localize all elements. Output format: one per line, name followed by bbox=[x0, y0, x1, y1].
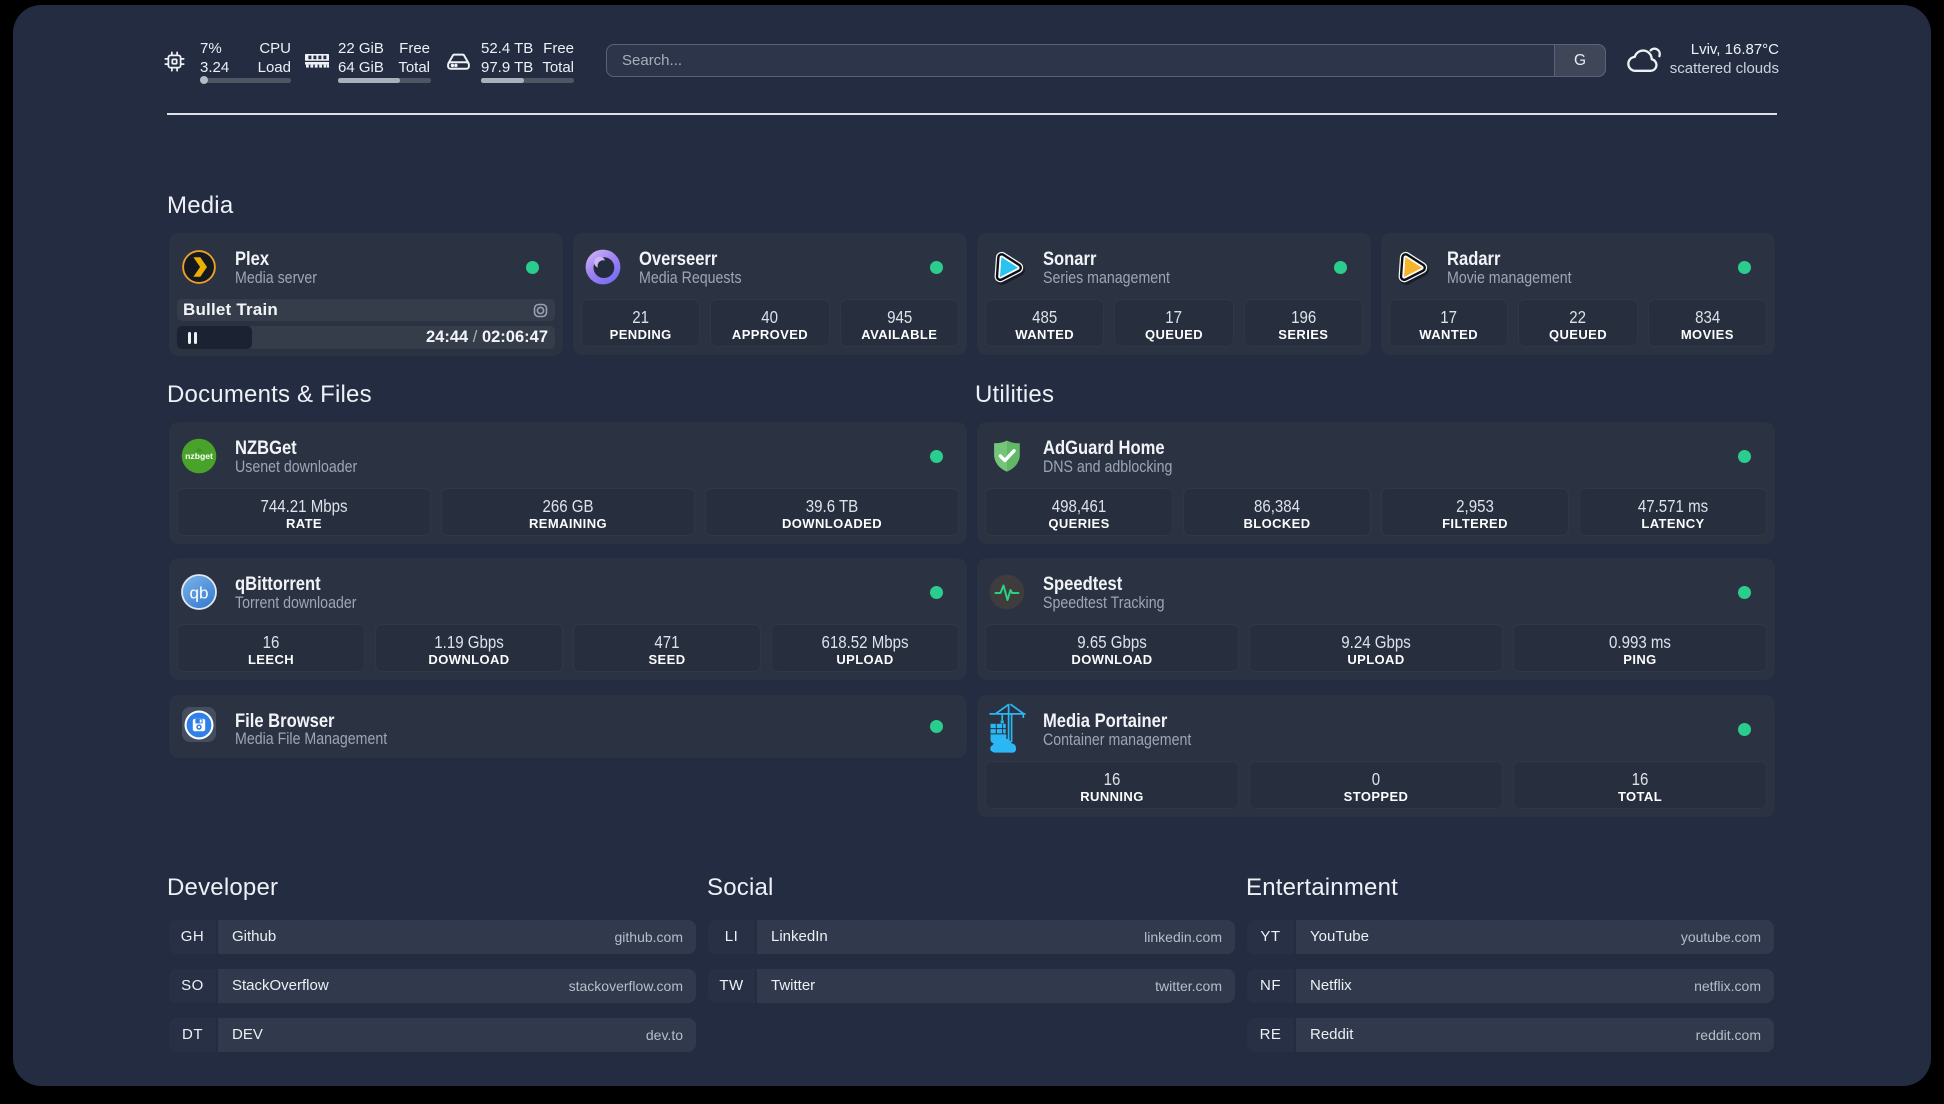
svg-text:nzbget: nzbget bbox=[185, 451, 213, 461]
svg-text:qb: qb bbox=[190, 584, 209, 603]
